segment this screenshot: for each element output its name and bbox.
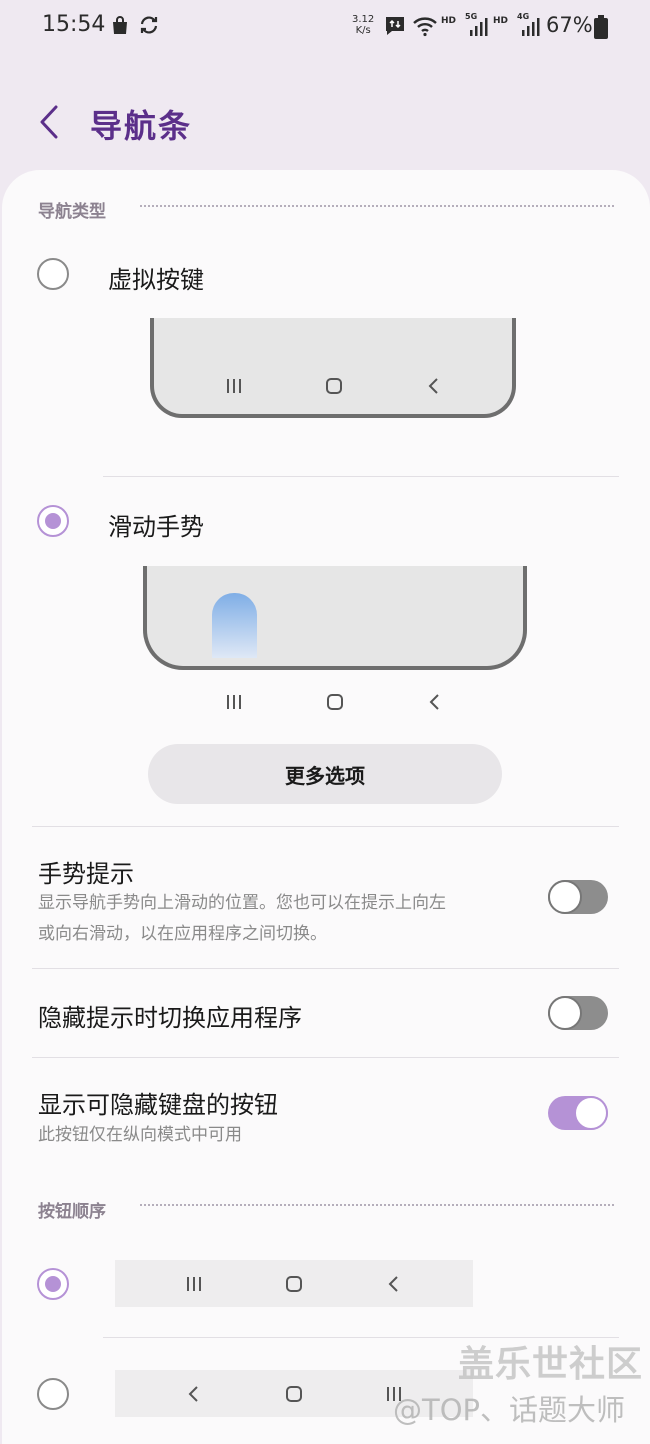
back-icon (428, 378, 438, 394)
sync-icon (140, 16, 158, 34)
divider (32, 1057, 619, 1058)
toggle-switch-apps[interactable] (548, 996, 608, 1030)
back-icon (188, 1386, 198, 1402)
page-title: 导航条 (90, 107, 193, 145)
setting-desc-gesture-hint-line2: 或向右滑动，以在应用程序之间切换。 (38, 924, 327, 944)
network-speed-value: 3.12 (352, 14, 375, 25)
shopping-bag-icon (113, 16, 127, 34)
home-icon (327, 694, 343, 710)
section-title-nav-type: 导航类型 (38, 202, 106, 222)
watermark-community: 盖乐世社区 (458, 1344, 644, 1385)
home-icon (286, 1276, 302, 1292)
message-upload-icon (386, 17, 404, 35)
back-button[interactable] (30, 100, 70, 144)
hd-label-2: HD (493, 16, 509, 26)
recents-icon (227, 695, 241, 709)
more-options-button[interactable]: 更多选项 (148, 744, 502, 804)
status-time: 15:54 (42, 12, 106, 37)
home-icon (326, 378, 342, 394)
section-divider (140, 1204, 614, 1206)
gesture-finger-icon (212, 593, 257, 658)
radio-virtual-keys[interactable] (37, 258, 69, 290)
chevron-left-icon (40, 105, 58, 139)
swipe-gestures-preview (143, 566, 527, 670)
back-icon (429, 694, 439, 710)
signal-icon (522, 18, 540, 36)
wifi-icon (413, 17, 437, 37)
section-divider (140, 205, 614, 207)
divider (32, 826, 619, 827)
section-title-button-order: 按钮顺序 (38, 1202, 106, 1222)
status-bar: 15:54 3.12 K/s HD 5G HD 4G 67% (0, 0, 650, 56)
radio-order-1[interactable] (37, 1268, 69, 1300)
network-speed: 3.12 K/s (352, 14, 374, 36)
battery-percent: 67% (546, 13, 593, 37)
setting-desc-gesture-hint-line1: 显示导航手势向上滑动的位置。您也可以在提示上向左 (38, 893, 446, 913)
option-label-virtual-keys[interactable]: 虚拟按键 (108, 260, 204, 295)
watermark-author: @TOP、话题大师 (393, 1393, 626, 1427)
toggle-hide-keyboard[interactable] (548, 1096, 608, 1130)
setting-title-gesture-hint[interactable]: 手势提示 (38, 854, 134, 889)
back-icon (388, 1276, 398, 1292)
home-icon (286, 1386, 302, 1402)
battery-icon (594, 15, 608, 39)
setting-title-switch-apps[interactable]: 隐藏提示时切换应用程序 (38, 998, 302, 1033)
recents-icon (227, 379, 241, 393)
toggle-gesture-hint[interactable] (548, 880, 608, 914)
option-label-swipe-gestures[interactable]: 滑动手势 (108, 507, 204, 542)
virtual-keys-preview (150, 318, 516, 418)
divider (103, 476, 619, 477)
hd-label-1: HD (441, 16, 457, 26)
divider (32, 968, 619, 969)
setting-title-hide-keyboard[interactable]: 显示可隐藏键盘的按钮 (38, 1085, 278, 1120)
toggle-knob (574, 1096, 608, 1130)
setting-desc-hide-keyboard: 此按钮仅在纵向模式中可用 (38, 1125, 242, 1145)
radio-order-2[interactable] (37, 1378, 69, 1410)
network-speed-unit: K/s (355, 25, 371, 36)
recents-icon (187, 1277, 201, 1291)
radio-swipe-gestures[interactable] (37, 505, 69, 537)
signal-icon (470, 18, 488, 36)
toggle-knob (548, 996, 582, 1030)
toggle-knob (548, 880, 582, 914)
